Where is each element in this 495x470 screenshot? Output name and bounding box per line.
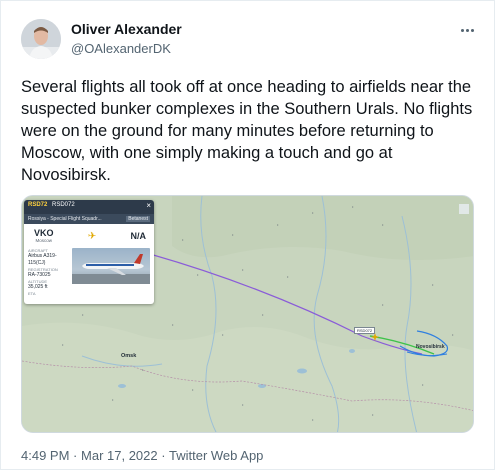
map-label-novosibirsk: Novosibirsk <box>416 344 445 350</box>
footer-separator: · <box>161 448 166 463</box>
map-label-omsk: Omsk <box>121 353 137 359</box>
close-icon[interactable]: × <box>146 201 151 210</box>
flight-info-card[interactable]: RSD72 RSD072 × Rossiya - Special Flight … <box>24 200 154 304</box>
aircraft-photo <box>72 248 150 284</box>
flight-operator-row: Rossiya - Special Flight Squadr... Betan… <box>24 214 154 224</box>
plane-icon: ✈ <box>87 230 97 242</box>
flight-details: AIRCRAFT Airbus A319-115(CJ) REGISTRATIO… <box>24 246 154 298</box>
destination-code: N/A <box>130 230 147 241</box>
map-callsign-tag[interactable]: RSD072 <box>354 327 376 334</box>
eta-label: ETA <box>28 291 36 296</box>
author-handle[interactable]: @OAlexanderDK <box>71 41 171 56</box>
tweet-media-map[interactable]: • • • • • • • • • • • • • • • • • • • • • • • • Omsk Nov… <box>21 195 474 433</box>
tweet-source[interactable]: Twitter Web App <box>169 448 263 463</box>
aircraft-value: Airbus A319-115(CJ) <box>28 253 57 266</box>
flight-route: VKO Moscow ✈ N/A <box>24 224 154 246</box>
registration-value: RA-73025 <box>28 272 51 278</box>
more-options-button[interactable] <box>456 23 478 37</box>
flight-destination: N/A <box>130 230 147 241</box>
altitude-value: 35,025 ft <box>28 284 48 290</box>
author-name[interactable]: Oliver Alexander <box>71 21 182 37</box>
tweet-text: Several flights all took off at once hea… <box>21 78 473 184</box>
aircraft-photo-image <box>72 254 150 284</box>
flight-details-column: AIRCRAFT Airbus A319-115(CJ) REGISTRATIO… <box>28 248 70 296</box>
flight-id: RSD72 <box>28 202 48 208</box>
flight-card-header: RSD72 RSD072 × <box>24 200 154 214</box>
origin-city: Moscow <box>35 238 53 243</box>
flight-header-extra: RSD072 <box>52 202 75 208</box>
origin-code: VKO <box>34 228 54 238</box>
ellipsis-icon <box>460 28 464 32</box>
ellipsis-icon-dot <box>470 28 474 32</box>
flight-origin: VKO Moscow <box>34 228 54 244</box>
flight-badge: Betanest <box>126 216 150 222</box>
tweet-card: Oliver Alexander @OAlexanderDK Several f… <box>0 0 495 470</box>
avatar[interactable] <box>21 19 61 59</box>
tweet-date[interactable]: Mar 17, 2022 <box>81 448 158 463</box>
ellipsis-icon-dot <box>465 28 469 32</box>
flight-operator: Rossiya - Special Flight Squadr... <box>28 216 102 222</box>
footer-separator: · <box>73 448 78 463</box>
tweet-time[interactable]: 4:49 PM <box>21 448 69 463</box>
avatar-image <box>21 19 61 59</box>
tweet-footer: 4:49 PM · Mar 17, 2022 · Twitter Web App <box>21 448 263 463</box>
